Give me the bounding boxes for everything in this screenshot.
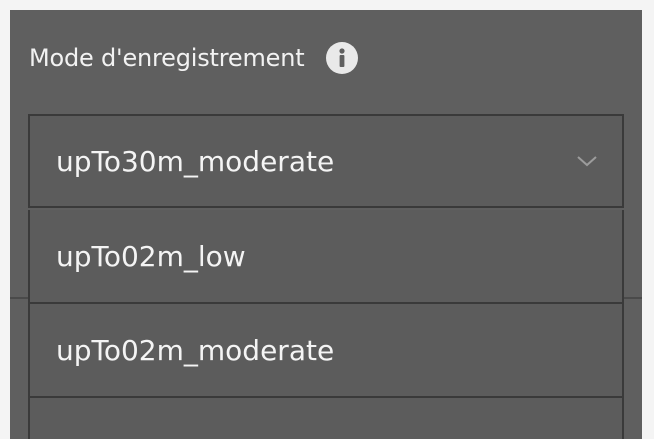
recording-mode-panel: Mode d'enregistrement upTo30m_moderate u… [10,10,642,439]
dropdown-option-upto02m-moderate[interactable]: upTo02m_moderate [30,304,622,398]
dropdown-list: upTo02m_low upTo02m_moderate [28,210,624,439]
recording-mode-select[interactable]: upTo30m_moderate [28,114,624,208]
chevron-down-icon[interactable] [574,148,600,174]
field-header: Mode d'enregistrement [29,38,359,78]
field-label: Mode d'enregistrement [29,44,305,72]
dropdown-option-partial[interactable] [30,398,622,439]
dropdown-option-upto02m-low[interactable]: upTo02m_low [30,210,622,304]
option-label: upTo02m_moderate [56,333,335,367]
select-value: upTo30m_moderate [56,144,335,178]
option-label: upTo02m_low [56,239,246,273]
info-icon[interactable] [326,42,359,74]
